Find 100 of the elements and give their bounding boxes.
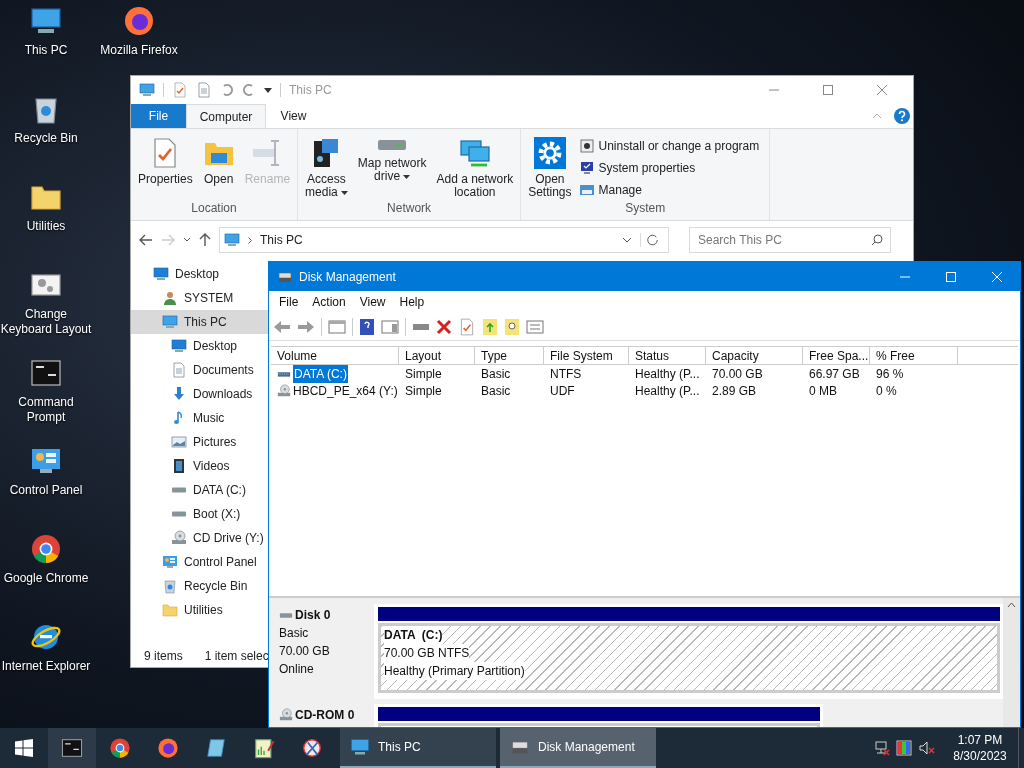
nav-tree-item[interactable]: Utilities bbox=[131, 598, 268, 622]
nav-tree-item[interactable]: Downloads bbox=[131, 382, 268, 406]
collapse-ribbon-icon[interactable] bbox=[872, 112, 882, 120]
documents-icon bbox=[171, 362, 187, 378]
search-field[interactable]: Search This PC bbox=[689, 227, 891, 253]
nav-tree-item[interactable]: This PC bbox=[131, 310, 268, 334]
table-cell-text: 66.97 GB bbox=[809, 365, 860, 383]
nav-tree-item[interactable]: Videos bbox=[131, 454, 268, 478]
table-cell-text: NTFS bbox=[550, 365, 582, 383]
muted-speaker-icon[interactable] bbox=[918, 740, 936, 756]
scroll-up-icon[interactable] bbox=[1007, 602, 1016, 608]
ribbon-tab[interactable]: File bbox=[131, 104, 186, 128]
forward-icon[interactable] bbox=[297, 319, 315, 334]
desktop-icon[interactable]: Control Panel bbox=[0, 445, 92, 498]
drive-icon bbox=[376, 137, 409, 153]
table-row[interactable]: DATA (C:) Simple Basic NTFS Healthy (P... 70.00 GB 66.97 GB 96 % bbox=[271, 365, 1018, 382]
ribbon-small-button[interactable]: Uninstall or change a program bbox=[578, 137, 760, 155]
downloads-icon bbox=[171, 386, 187, 402]
help-icon[interactable] bbox=[359, 317, 375, 336]
nav-tree-item[interactable]: DATA (C:) bbox=[131, 478, 268, 502]
manage-icon bbox=[578, 182, 595, 198]
desktop-icon[interactable]: Google Chrome bbox=[0, 533, 92, 586]
taskbar-window-button[interactable]: This PC bbox=[340, 728, 496, 768]
panel-icon[interactable] bbox=[381, 318, 399, 335]
menu-item[interactable]: File bbox=[273, 293, 305, 311]
ribbon-button[interactable]: Access media bbox=[302, 137, 351, 199]
ribbon-tab[interactable]: Computer bbox=[186, 104, 266, 128]
table-cell-text: 0 MB bbox=[809, 382, 837, 400]
desktop-icon[interactable]: Command Prompt bbox=[0, 357, 92, 425]
desktop-icon[interactable]: Recycle Bin bbox=[0, 93, 92, 146]
network-icon[interactable] bbox=[874, 740, 890, 756]
folder-up-icon[interactable] bbox=[482, 317, 498, 336]
desktop-icon[interactable]: Internet Explorer bbox=[0, 621, 92, 674]
ribbon-tab[interactable]: View bbox=[266, 104, 321, 128]
nav-tree-item[interactable]: CD Drive (Y:) bbox=[131, 526, 268, 550]
desktop-icon[interactable]: Mozilla Firefox bbox=[93, 5, 185, 58]
caret-icon[interactable] bbox=[264, 86, 272, 94]
nav-tree-item[interactable]: Music bbox=[131, 406, 268, 430]
caret-icon[interactable] bbox=[183, 236, 191, 244]
column-header[interactable]: Status bbox=[629, 347, 706, 364]
nav-tree-item[interactable]: Desktop bbox=[131, 334, 268, 358]
column-header[interactable]: Free Spa... bbox=[803, 347, 870, 364]
column-header[interactable]: Volume bbox=[271, 347, 399, 364]
ribbon-button[interactable]: Open bbox=[199, 137, 238, 186]
computer-icon bbox=[350, 737, 370, 757]
nav-tree-item[interactable]: Pictures bbox=[131, 430, 268, 454]
pictures-icon bbox=[171, 434, 187, 450]
desktop-icon[interactable]: Utilities bbox=[0, 181, 92, 234]
console-tree-icon[interactable] bbox=[328, 318, 346, 335]
column-header[interactable]: Capacity bbox=[706, 347, 803, 364]
taskbar-window-button[interactable]: Disk Management bbox=[500, 728, 656, 768]
snip-icon bbox=[301, 737, 323, 759]
dropdown-icon[interactable] bbox=[622, 236, 632, 244]
help-icon[interactable] bbox=[894, 108, 910, 124]
table-cell-text: UDF bbox=[550, 382, 575, 400]
nav-tree-item[interactable]: Desktop bbox=[131, 262, 268, 286]
control-icon bbox=[162, 554, 178, 570]
nav-tree-item[interactable]: Recycle Bin bbox=[131, 574, 268, 598]
nav-tree-item[interactable]: Boot (X:) bbox=[131, 502, 268, 526]
ribbon-button[interactable]: Map network drive bbox=[354, 137, 430, 183]
nav-tree-item[interactable]: SYSTEM bbox=[131, 286, 268, 310]
close-button[interactable] bbox=[877, 85, 887, 95]
desktop-icon[interactable]: Change Keyboard Layout bbox=[0, 269, 92, 337]
table-cell-text: 70.00 GB bbox=[712, 365, 763, 383]
delete-icon[interactable] bbox=[436, 318, 452, 335]
nav-tree-item[interactable]: Control Panel bbox=[131, 550, 268, 574]
column-header[interactable]: File System bbox=[544, 347, 629, 364]
up-icon[interactable] bbox=[199, 233, 211, 247]
column-header[interactable]: % Free bbox=[870, 347, 958, 364]
color-palette-icon[interactable] bbox=[896, 740, 912, 756]
ribbon-small-button[interactable]: Manage bbox=[578, 181, 760, 199]
taskbar-app-button[interactable] bbox=[48, 728, 96, 768]
menu-item[interactable]: Action bbox=[306, 293, 352, 311]
settings-icon bbox=[533, 137, 566, 169]
back-icon[interactable] bbox=[139, 234, 153, 246]
start-button[interactable] bbox=[15, 739, 33, 757]
desktop-icon[interactable]: This PC bbox=[0, 5, 92, 58]
folder-search-icon[interactable] bbox=[504, 317, 520, 336]
partition-block[interactable]: DATA (C:) 70.00 GB NTFS Healthy (Primary Partition) bbox=[378, 623, 1000, 693]
column-header[interactable]: Layout bbox=[399, 347, 475, 364]
ribbon-button[interactable]: Properties bbox=[135, 137, 196, 186]
status-text: 1 item selec bbox=[204, 647, 269, 665]
properties-icon bbox=[172, 82, 188, 98]
menu-item[interactable]: View bbox=[353, 293, 392, 311]
maximize-button[interactable] bbox=[823, 85, 833, 95]
firefox-icon bbox=[157, 737, 179, 759]
clock[interactable]: 1:07 PM 8/30/2023 bbox=[942, 728, 1018, 768]
address-bar[interactable]: This PC bbox=[219, 227, 669, 253]
ribbon-button[interactable]: Open Settings bbox=[525, 137, 575, 199]
column-header[interactable]: Type bbox=[475, 347, 544, 364]
table-cell-text: Healthy (P... bbox=[635, 382, 700, 400]
table-row[interactable]: HBCD_PE_x64 (Y:) Simple Basic UDF Healthy (P... 2.89 GB 0 MB 0 % bbox=[271, 382, 1018, 399]
ribbon-small-button[interactable]: System properties bbox=[578, 159, 760, 177]
nav-tree-item[interactable]: Documents bbox=[131, 358, 268, 382]
table-cell-text: Basic bbox=[481, 382, 511, 400]
menu-item[interactable]: Help bbox=[393, 293, 431, 311]
partition-status: Healthy (Primary Partition) bbox=[384, 662, 525, 680]
cd-drive-icon bbox=[279, 708, 293, 722]
ribbon-button[interactable]: Add a network location bbox=[433, 137, 517, 199]
table-cell-text: 2.89 GB bbox=[712, 382, 757, 400]
